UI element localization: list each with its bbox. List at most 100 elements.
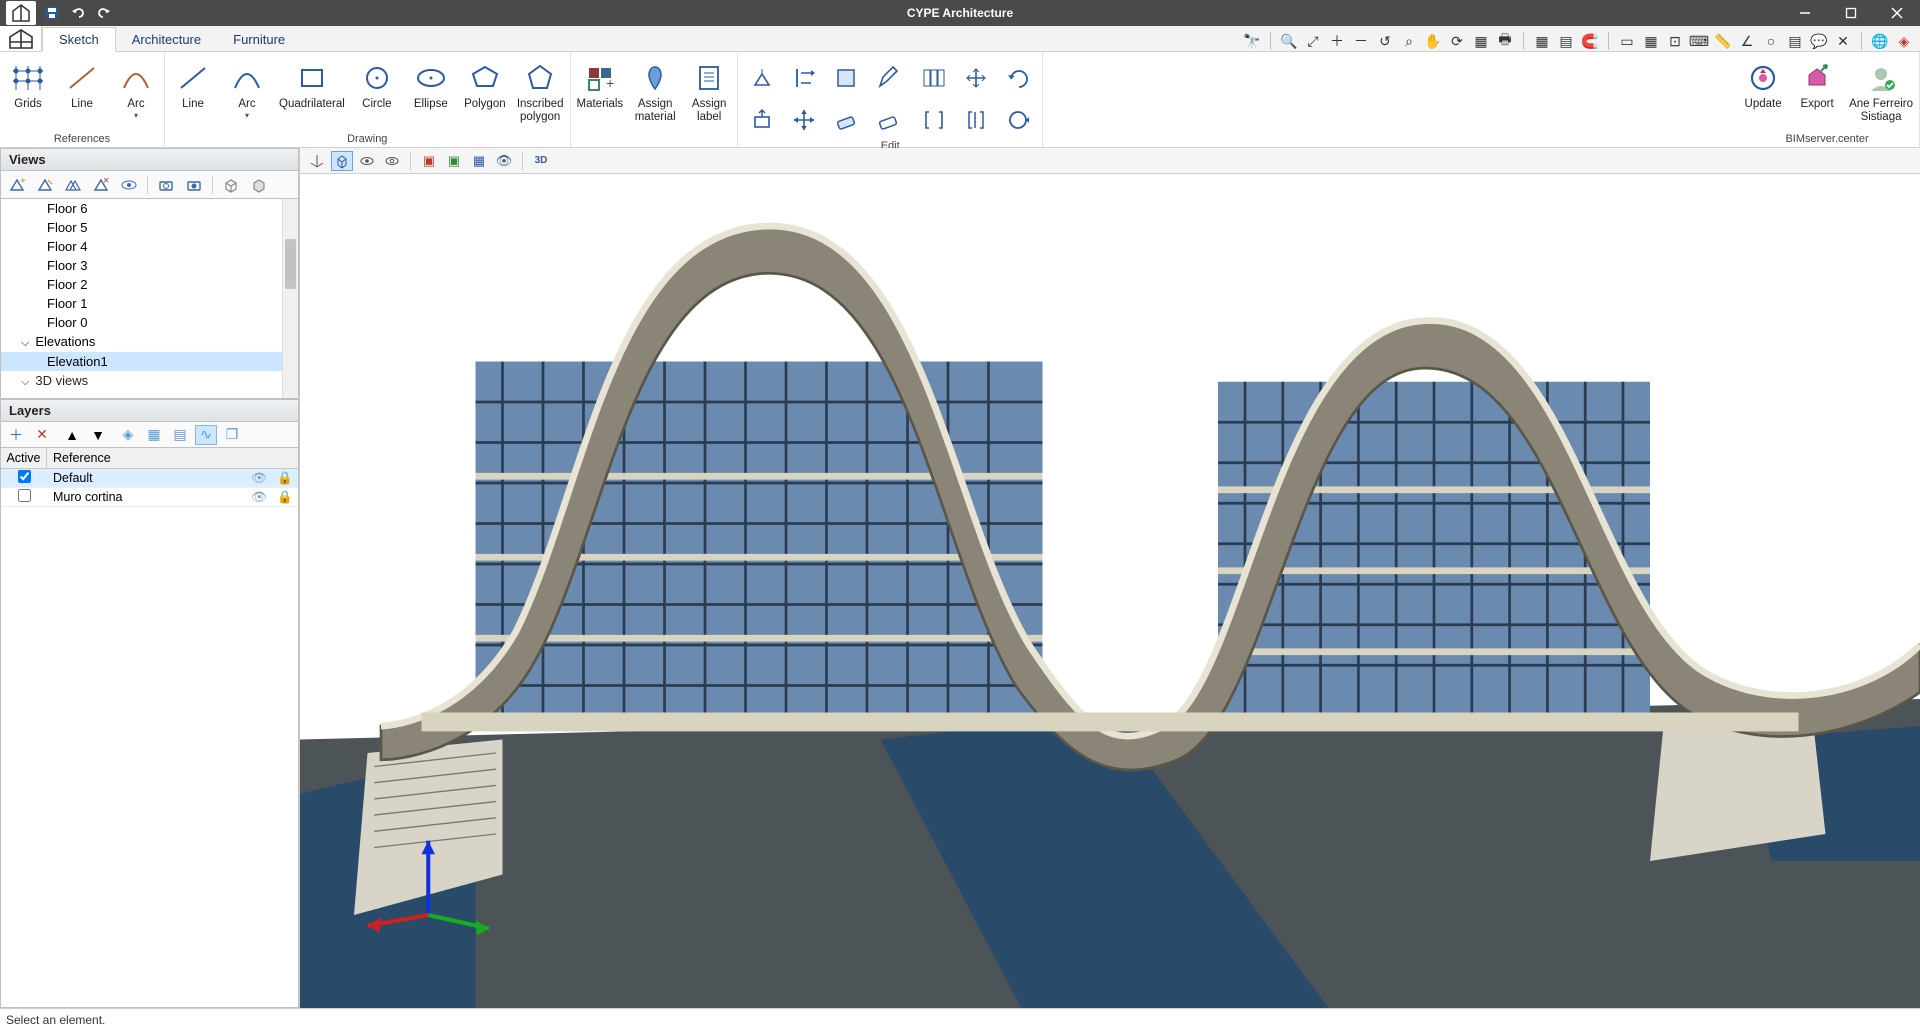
maximize-button[interactable] bbox=[1828, 0, 1874, 26]
views-box-icon[interactable] bbox=[219, 174, 243, 196]
grid2-icon[interactable]: ▤ bbox=[1556, 31, 1576, 51]
zoom-out-icon[interactable]: － bbox=[1351, 31, 1371, 51]
user-button[interactable]: Ane Ferreiro Sistiaga bbox=[1849, 56, 1913, 124]
layers-delete-icon[interactable]: ✕ bbox=[31, 425, 53, 445]
edit-box-up-icon[interactable] bbox=[744, 102, 780, 138]
edit-move4-icon[interactable] bbox=[958, 60, 994, 96]
zoom-prev-icon[interactable]: ↺ bbox=[1375, 31, 1395, 51]
views-new-icon[interactable]: + bbox=[5, 174, 29, 196]
ref-line-button[interactable]: Line bbox=[60, 56, 104, 111]
materials-button[interactable]: + Materials bbox=[577, 56, 624, 111]
layers-add-icon[interactable]: ＋ bbox=[5, 425, 27, 445]
layer-row[interactable]: Muro cortina👁🔒 bbox=[1, 488, 298, 507]
vt-axis-icon[interactable] bbox=[306, 151, 328, 171]
circle-sel-icon[interactable]: ○ bbox=[1761, 31, 1781, 51]
views-copy-icon[interactable] bbox=[61, 174, 85, 196]
tab-furniture[interactable]: Furniture bbox=[217, 28, 301, 51]
layer-active-checkbox[interactable] bbox=[18, 489, 31, 502]
layers-col-reference[interactable]: Reference bbox=[47, 448, 298, 468]
views-item-floor[interactable]: Floor 6 bbox=[1, 199, 298, 218]
ruler-icon[interactable]: 📏 bbox=[1713, 31, 1733, 51]
edit-rotate2-icon[interactable] bbox=[1000, 102, 1036, 138]
rect-select-icon[interactable]: ▭ bbox=[1617, 31, 1637, 51]
zoom-window-icon[interactable]: 🔍 bbox=[1279, 31, 1299, 51]
draw-line-button[interactable]: Line bbox=[171, 56, 215, 111]
save-button[interactable] bbox=[42, 3, 62, 23]
vt-style2-icon[interactable]: ▣ bbox=[443, 151, 465, 171]
layer-visibility-icon[interactable]: 👁 bbox=[246, 490, 272, 505]
dash-icon[interactable]: ⊡ bbox=[1665, 31, 1685, 51]
vt-style1-icon[interactable]: ▣ bbox=[418, 151, 440, 171]
views-item-floor[interactable]: Floor 5 bbox=[1, 218, 298, 237]
views-camera-icon[interactable] bbox=[154, 174, 178, 196]
views-edit-icon[interactable] bbox=[33, 174, 57, 196]
circle-button[interactable]: Circle bbox=[355, 56, 399, 111]
edit-erase2-icon[interactable] bbox=[870, 102, 906, 138]
layers-grid2-icon[interactable]: ▤ bbox=[169, 425, 191, 445]
layer-visibility-icon[interactable]: 👁 bbox=[246, 471, 272, 486]
angle-icon[interactable]: ∠ bbox=[1737, 31, 1757, 51]
binoculars-icon[interactable]: 🔭 bbox=[1242, 31, 1262, 51]
layer-lock-icon[interactable]: 🔒 bbox=[272, 490, 298, 505]
vt-eye3-icon[interactable]: 👁 bbox=[493, 151, 515, 171]
vt-3d-icon[interactable]: 3D bbox=[530, 151, 552, 171]
views-item-elevation[interactable]: Elevation1 bbox=[1, 352, 298, 371]
update-button[interactable]: Update bbox=[1741, 56, 1785, 111]
views-box2-icon[interactable] bbox=[247, 174, 271, 196]
assign-label-button[interactable]: Assign label bbox=[687, 56, 731, 124]
hatch-icon[interactable]: ▦ bbox=[1641, 31, 1661, 51]
edit-align-icon[interactable] bbox=[786, 60, 822, 96]
vt-eye2-icon[interactable] bbox=[381, 151, 403, 171]
pan-icon[interactable]: ✋ bbox=[1423, 31, 1443, 51]
layers-col-active[interactable]: Active bbox=[1, 448, 47, 468]
viewport-3d[interactable] bbox=[300, 174, 1920, 1008]
views-camera2-icon[interactable] bbox=[182, 174, 206, 196]
tab-sketch[interactable]: Sketch bbox=[42, 27, 116, 52]
magnet-icon[interactable]: 🧲 bbox=[1580, 31, 1600, 51]
close-button[interactable] bbox=[1874, 0, 1920, 26]
vt-style3-icon[interactable]: ▦ bbox=[468, 151, 490, 171]
layers-iso-icon[interactable]: ◈ bbox=[117, 425, 139, 445]
ellipse-button[interactable]: Ellipse bbox=[409, 56, 453, 111]
grids-button[interactable]: Grids bbox=[6, 56, 50, 111]
vt-cube-icon[interactable] bbox=[331, 151, 353, 171]
print-icon[interactable]: 🖶 bbox=[1495, 31, 1515, 51]
tab-architecture[interactable]: Architecture bbox=[116, 28, 217, 51]
chat-icon[interactable]: 💬 bbox=[1809, 31, 1829, 51]
layer-row[interactable]: Default👁🔒 bbox=[1, 469, 298, 488]
settings-diamond-icon[interactable]: ◈ bbox=[1894, 31, 1914, 51]
views-item-floor[interactable]: Floor 1 bbox=[1, 294, 298, 313]
edit-extrude-icon[interactable] bbox=[744, 60, 780, 96]
layers-icon[interactable]: ▤ bbox=[1785, 31, 1805, 51]
edit-face-icon[interactable] bbox=[828, 60, 864, 96]
minimize-button[interactable] bbox=[1782, 0, 1828, 26]
layers-down-icon[interactable]: ▼ bbox=[87, 425, 109, 445]
layers-up-icon[interactable]: ▲ bbox=[61, 425, 83, 445]
views-item-floor[interactable]: Floor 0 bbox=[1, 313, 298, 332]
layers-grid-icon[interactable]: ▦ bbox=[143, 425, 165, 445]
keyboard-icon[interactable]: ⌨ bbox=[1689, 31, 1709, 51]
undo-button[interactable] bbox=[68, 3, 88, 23]
edit-move-icon[interactable] bbox=[786, 102, 822, 138]
inscribed-polygon-button[interactable]: Inscribed polygon bbox=[517, 56, 564, 124]
zoom-selection-icon[interactable]: ⌕ bbox=[1399, 31, 1419, 51]
assign-material-button[interactable]: Assign material bbox=[633, 56, 677, 124]
redraw-icon[interactable]: ▦ bbox=[1471, 31, 1491, 51]
export-button[interactable]: Export bbox=[1795, 56, 1839, 111]
redo-button[interactable] bbox=[94, 3, 114, 23]
edit-brackets-icon[interactable] bbox=[916, 102, 952, 138]
edit-erase-icon[interactable] bbox=[828, 102, 864, 138]
grid-icon[interactable]: ▦ bbox=[1532, 31, 1552, 51]
views-category-3dviews[interactable]: 3D views bbox=[1, 371, 298, 391]
views-item-floor[interactable]: Floor 2 bbox=[1, 275, 298, 294]
edit-pencil-icon[interactable] bbox=[870, 60, 906, 96]
edit-array-icon[interactable] bbox=[916, 60, 952, 96]
views-category-elevations[interactable]: Elevations bbox=[1, 332, 298, 352]
quadrilateral-button[interactable]: Quadrilateral bbox=[279, 56, 345, 111]
app-logo[interactable] bbox=[0, 26, 42, 51]
ref-arc-button[interactable]: Arc ▾ bbox=[114, 56, 158, 120]
views-tree[interactable]: Floor 6Floor 5Floor 4Floor 3Floor 2Floor… bbox=[0, 199, 299, 399]
layers-cube-icon[interactable]: ❒ bbox=[221, 425, 243, 445]
views-delete-icon[interactable]: × bbox=[89, 174, 113, 196]
layer-lock-icon[interactable]: 🔒 bbox=[272, 471, 298, 486]
